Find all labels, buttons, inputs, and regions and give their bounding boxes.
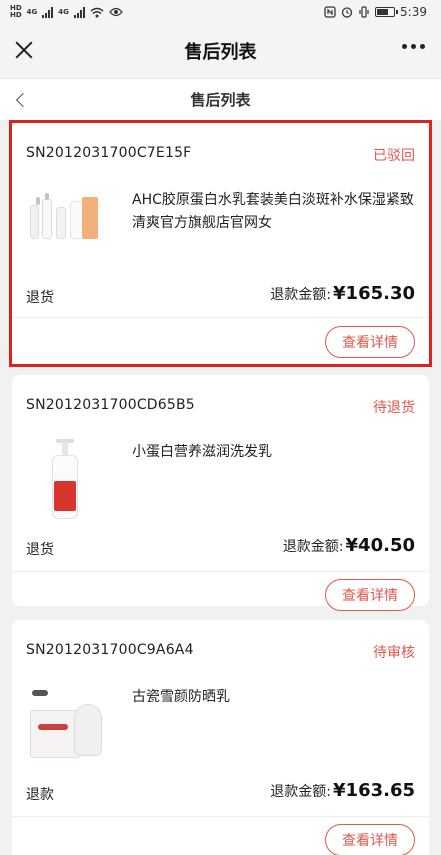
- after-sale-type: 退货: [26, 290, 54, 306]
- divider: [12, 816, 429, 817]
- product-name: 小蛋白营养滋润洗发乳: [132, 444, 272, 460]
- view-details-button[interactable]: 查看详情: [325, 579, 415, 611]
- refund-amount-value: ¥165.30: [333, 283, 415, 304]
- divider: [12, 317, 429, 318]
- order-number: SN2012031700CD65B5: [26, 397, 195, 413]
- order-number: SN2012031700C7E15F: [26, 145, 192, 161]
- hd-icon: HD HD: [10, 5, 22, 19]
- vibrate-icon: [359, 6, 369, 18]
- battery-icon: [375, 7, 399, 17]
- app-bar: 售后列表: [0, 24, 441, 78]
- after-sale-type: 退款: [26, 787, 54, 803]
- view-details-button[interactable]: 查看详情: [325, 824, 415, 855]
- refund-amount: 退款金额: ¥163.65: [270, 780, 415, 801]
- status-bar: HD HD 4G 4G 5:39: [0, 0, 441, 24]
- sunscreen-box-image: [26, 680, 110, 764]
- order-number: SN2012031700C9A6A4: [26, 642, 194, 658]
- refund-amount: 退款金额: ¥165.30: [270, 283, 415, 304]
- after-sale-card[interactable]: SN2012031700CD65B5 待退货 小蛋白营养滋润洗发乳 退货 退款金…: [12, 375, 429, 611]
- after-sale-card[interactable]: SN2012031700C9A6A4 待审核 古瓷雪颜防晒乳 退款 退款金额: …: [12, 620, 429, 855]
- status-left: HD HD 4G 4G: [10, 5, 123, 19]
- page-title: 售后列表: [190, 91, 251, 109]
- divider: [12, 571, 429, 572]
- refund-amount-label: 退款金额:: [282, 539, 344, 555]
- refund-amount-label: 退款金额:: [270, 784, 332, 800]
- more-options-icon[interactable]: [402, 44, 425, 49]
- skincare-set-image: [26, 183, 110, 267]
- wifi-icon: [90, 7, 104, 17]
- close-icon[interactable]: [12, 38, 36, 62]
- nfc-icon: [324, 6, 336, 18]
- page-header: 售后列表: [0, 78, 441, 120]
- refund-amount: 退款金额: ¥40.50: [283, 535, 415, 556]
- view-details-button[interactable]: 查看详情: [325, 326, 415, 358]
- signal-icon: [73, 6, 85, 18]
- order-status: 待审核: [373, 645, 415, 661]
- order-status: 已驳回: [373, 148, 415, 164]
- clock-time: 5:39: [400, 5, 427, 19]
- back-arrow-icon[interactable]: [14, 93, 28, 107]
- refund-amount-label: 退款金额:: [270, 287, 332, 303]
- refund-amount-value: ¥163.65: [333, 780, 415, 801]
- eye-icon: [109, 7, 123, 17]
- hd-badge: HD: [10, 11, 22, 19]
- after-sale-type: 退货: [26, 542, 54, 558]
- shampoo-pump-bottle-image: [26, 435, 110, 519]
- network-badge: 4G: [26, 7, 38, 16]
- product-name: 古瓷雪颜防晒乳: [132, 689, 230, 705]
- product-name: AHC胶原蛋白水乳套装美白淡斑补水保湿紧致清爽官方旗舰店官网女: [132, 192, 414, 231]
- refund-amount-value: ¥40.50: [345, 535, 415, 556]
- status-right: 5:39: [324, 5, 427, 19]
- order-status: 待退货: [373, 400, 415, 416]
- alarm-icon: [341, 7, 353, 18]
- network-badge: 4G: [58, 7, 69, 16]
- app-bar-title: 售后列表: [184, 42, 257, 63]
- signal-icon: [42, 6, 54, 18]
- after-sale-card[interactable]: SN2012031700C7E15F 已驳回 AHC胶原蛋白水乳套装美白淡斑补水…: [9, 120, 432, 367]
